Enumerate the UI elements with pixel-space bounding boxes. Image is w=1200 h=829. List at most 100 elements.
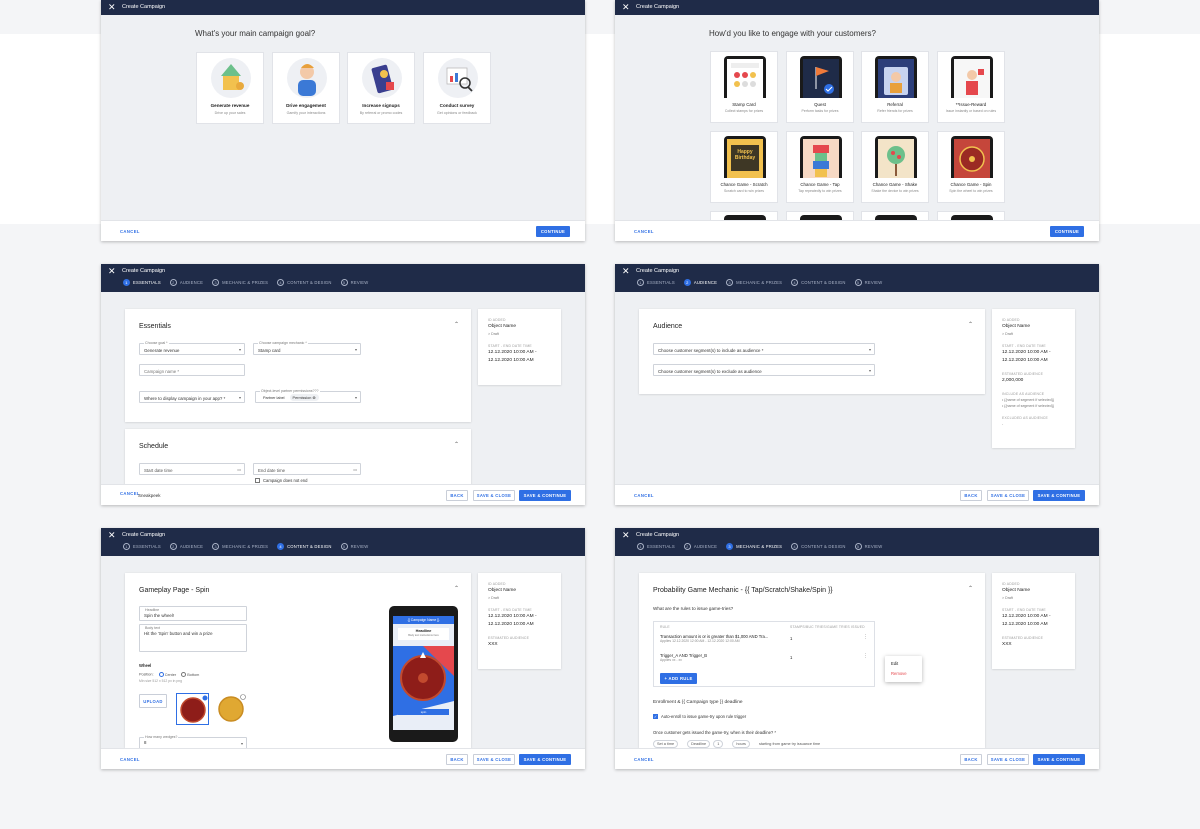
goal-select[interactable]: Choose goal * Generate revenue ▾ (139, 341, 245, 355)
step-content[interactable]: 4 CONTENT & DESIGN (791, 279, 846, 286)
mechanic-chance-scratch[interactable]: Happy Birthday Chance Game - Scratch Scr… (710, 131, 778, 203)
checkbox-checked-icon[interactable]: ✓ (653, 714, 658, 720)
step-essentials[interactable]: 1 ESSENTIALS (637, 543, 675, 550)
cancel-button[interactable]: CANCEL (634, 229, 654, 234)
mechanic-quest[interactable]: Quest Perform tasks for prizes (786, 51, 854, 123)
continue-button[interactable]: CONTINUE (1050, 226, 1084, 237)
goal-option-signups[interactable]: Increase signups By referral or promo co… (347, 52, 415, 124)
menu-item-remove[interactable]: Remove (891, 671, 907, 676)
back-button[interactable]: BACK (960, 490, 982, 501)
save-close-button[interactable]: SAVE & CLOSE (987, 754, 1029, 765)
headline-input[interactable]: Headline Spin the wheel! (139, 606, 247, 621)
step-essentials[interactable]: 1 ESSENTIALS (637, 279, 675, 286)
mechanic-select[interactable]: Choose campaign mechanic * Stamp card ▾ (253, 341, 361, 355)
cancel-button[interactable]: CANCEL (120, 491, 140, 496)
save-continue-button[interactable]: SAVE & CONTINUE (1033, 490, 1085, 501)
step-mechanic[interactable]: 3 MECHANIC & PRIZES (212, 543, 268, 550)
wheel-option-red[interactable] (176, 693, 209, 725)
goal-option-engagement[interactable]: Drive engagement Gamify your interaction… (272, 52, 340, 124)
exclude-segment-select[interactable]: Choose customer segment(s) to exclude as… (653, 364, 875, 376)
collapse-icon[interactable]: ⌃ (454, 585, 459, 592)
step-audience[interactable]: 2 AUDIENCE (169, 279, 203, 286)
mechanic-chance-shake[interactable]: Chance Game - Shake Shake the device to … (861, 131, 929, 203)
continue-button[interactable]: CONTINUE (536, 226, 570, 237)
sneakpeek-link[interactable]: Sneakpeek (138, 493, 161, 498)
step-mechanic[interactable]: 3 MECHANIC & PRIZES (726, 543, 782, 550)
auto-enroll-checkbox[interactable]: ✓ Auto-enroll to issue game-try upon rule… (653, 714, 746, 720)
end-date-input[interactable]: End date time ▭ (253, 463, 361, 475)
radio-selected-icon[interactable] (158, 672, 164, 677)
mechanic-issue-reward[interactable]: **Issue-Reward Issue instantly or based … (937, 51, 1005, 123)
wheel-option-yellow[interactable] (215, 693, 248, 725)
step-review[interactable]: 5 REVIEW (340, 279, 369, 286)
step-review[interactable]: 5 REVIEW (854, 279, 883, 286)
deadline-label-select[interactable]: Deadline (687, 740, 711, 748)
save-close-button[interactable]: SAVE & CLOSE (473, 754, 515, 765)
table-row[interactable]: Transaction amount is or is greater than… (660, 634, 872, 650)
mechanic-chance-spin[interactable]: Chance Game - Spin Spin the wheel to win… (937, 131, 1005, 203)
step-audience[interactable]: 2 AUDIENCE (683, 543, 717, 550)
radio-bottom[interactable]: Bottom (181, 672, 199, 677)
add-rule-button[interactable]: + ADD RULE (660, 673, 697, 684)
more-icon[interactable]: ⋮ (863, 653, 868, 659)
deadline-amount-input[interactable]: 1 (713, 740, 724, 748)
close-icon[interactable]: ✕ (108, 2, 116, 13)
checkbox-icon[interactable] (255, 478, 260, 484)
no-end-checkbox[interactable]: Campaign does not end (255, 478, 307, 484)
close-icon[interactable]: ✕ (622, 2, 630, 13)
close-icon[interactable]: ✕ (108, 530, 116, 541)
collapse-icon[interactable]: ⌃ (968, 321, 973, 328)
upload-button[interactable]: UPLOAD (139, 694, 167, 708)
save-close-button[interactable]: SAVE & CLOSE (987, 490, 1029, 501)
permissions-select[interactable]: Object-level partner permissions??? Partn… (255, 389, 361, 403)
collapse-icon[interactable]: ⌃ (454, 321, 459, 328)
radio-center[interactable]: Center (158, 672, 176, 677)
close-icon[interactable]: ✕ (108, 266, 116, 277)
menu-item-edit[interactable]: Edit (891, 661, 898, 666)
back-button[interactable]: BACK (446, 490, 468, 501)
save-close-button[interactable]: SAVE & CLOSE (473, 490, 515, 501)
step-audience[interactable]: 2 AUDIENCE (683, 279, 717, 286)
close-icon[interactable]: ✕ (622, 530, 630, 541)
save-continue-button[interactable]: SAVE & CONTINUE (1033, 754, 1085, 765)
include-segment-select[interactable]: Choose customer segment(s) to include as… (653, 343, 875, 355)
campaign-name-input[interactable]: Campaign name * (139, 364, 245, 376)
back-button[interactable]: BACK (446, 754, 468, 765)
step-content[interactable]: 4 CONTENT & DESIGN (277, 543, 332, 550)
collapse-icon[interactable]: ⌃ (454, 441, 459, 448)
deadline-unit-select[interactable]: hours (732, 740, 750, 748)
permission-chip[interactable]: Permission ⊗ (289, 394, 319, 401)
collapse-icon[interactable]: ⌃ (968, 585, 973, 592)
step-content[interactable]: 4 CONTENT & DESIGN (791, 543, 846, 550)
cancel-button[interactable]: CANCEL (634, 757, 654, 762)
more-icon[interactable]: ⋮ (863, 634, 868, 640)
goal-option-revenue[interactable]: Generate revenue Drive up your sales (196, 52, 264, 124)
save-continue-button[interactable]: SAVE & CONTINUE (519, 490, 571, 501)
step-essentials[interactable]: 1 ESSENTIALS (123, 279, 161, 286)
radio-icon[interactable] (181, 672, 187, 677)
calendar-icon[interactable]: ▭ (353, 467, 357, 472)
mechanic-referral[interactable]: Referral Refer friends for prizes (861, 51, 929, 123)
step-essentials[interactable]: 1 ESSENTIALS (123, 543, 161, 550)
step-content[interactable]: 4 CONTENT & DESIGN (277, 279, 332, 286)
cancel-button[interactable]: CANCEL (120, 229, 140, 234)
save-continue-button[interactable]: SAVE & CONTINUE (519, 754, 571, 765)
step-audience[interactable]: 2 AUDIENCE (169, 543, 203, 550)
table-row[interactable]: Trigger_A AND Trigger_B Applies xx - xx … (660, 653, 872, 667)
mechanic-chance-tap[interactable]: Chance Game - Tap Tap repeatedly to win … (786, 131, 854, 203)
start-date-input[interactable]: Start date time ▭ (139, 463, 245, 475)
mechanic-stamp-card[interactable]: Stamp Card Collect stamps for prizes (710, 51, 778, 123)
back-button[interactable]: BACK (960, 754, 982, 765)
step-review[interactable]: 5 REVIEW (340, 543, 369, 550)
body-text-input[interactable]: Body text Hit the 'Spin' button and win a… (139, 624, 247, 652)
deadline-type-select[interactable]: Set a time (653, 740, 679, 748)
display-location-select[interactable]: Where to display campaign in your app? *… (139, 391, 245, 403)
step-mechanic[interactable]: 3 MECHANIC & PRIZES (212, 279, 268, 286)
step-mechanic[interactable]: 3 MECHANIC & PRIZES (726, 279, 782, 286)
cancel-button[interactable]: CANCEL (634, 493, 654, 498)
close-icon[interactable]: ⊗ (312, 396, 315, 400)
step-review[interactable]: 5 REVIEW (854, 543, 883, 550)
close-icon[interactable]: ✕ (622, 266, 630, 277)
goal-option-survey[interactable]: Conduct survey Get opinions or feedback (423, 52, 491, 124)
calendar-icon[interactable]: ▭ (237, 467, 241, 472)
